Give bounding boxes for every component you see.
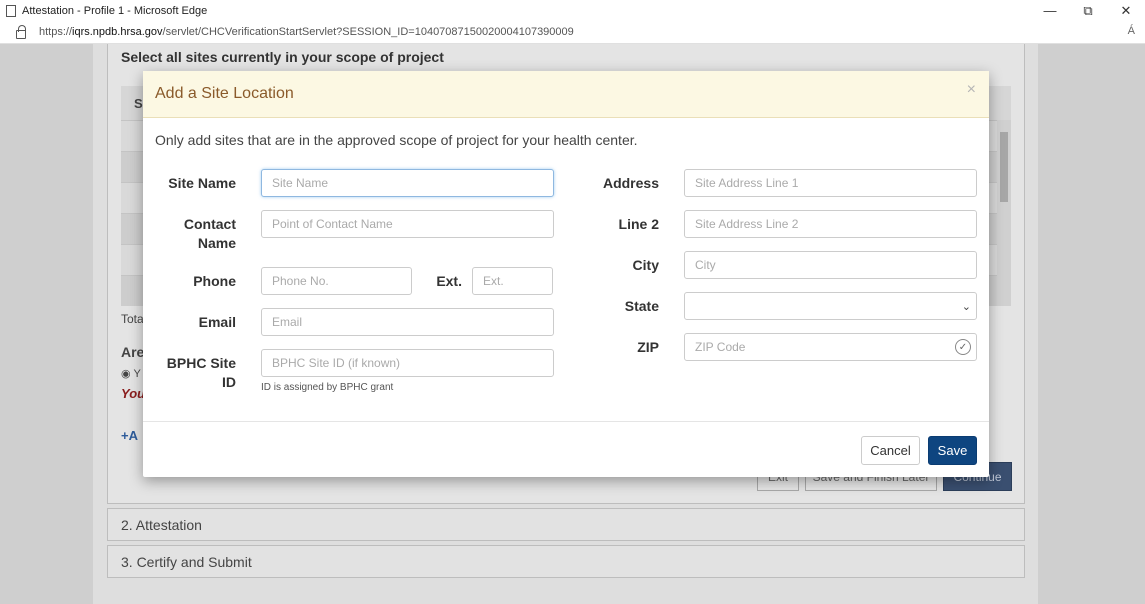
contact-label-line2: Name [197,235,236,251]
email-input[interactable]: Email [261,308,554,336]
state-label: State [624,298,659,314]
bphc-label-line1: BPHC Site [166,355,236,371]
radio-fragment[interactable]: ◉ Y [121,367,141,380]
modal-footer-divider [143,421,989,422]
zip-placeholder: ZIP Code [695,340,746,354]
url-path: /servlet/CHCVerificationStartServlet?SES… [162,26,574,38]
city-input[interactable]: City [684,251,977,279]
page-icon [6,4,16,17]
total-fragment: Tota [121,312,144,326]
modal-header: Add a Site Location × [143,71,989,118]
chevron-down-icon: ⌄ [961,301,971,313]
warning-fragment: You [121,386,146,401]
zip-label: ZIP [637,339,659,355]
contact-name-label: Contact Name [143,215,236,253]
site-name-input[interactable]: Site Name [261,169,554,197]
email-label: Email [198,314,236,330]
table-scrollbar[interactable] [997,120,1011,306]
lock-icon[interactable] [16,24,26,39]
cancel-button[interactable]: Cancel [861,436,920,465]
close-icon[interactable]: × [967,81,976,99]
ext-label: Ext. [436,273,462,289]
contact-label-line1: Contact [183,216,236,232]
address-label: Address [602,175,659,191]
address-bar[interactable]: https://iqrs.npdb.hrsa.gov/servlet/CHCVe… [0,21,1145,44]
bphc-label-line2: ID [222,374,236,390]
bphc-site-id-input[interactable]: BPHC Site ID (if known) [261,349,554,377]
close-window-button[interactable]: ✕ [1107,0,1145,21]
ext-input[interactable]: Ext. [472,267,553,295]
line2-label: Line 2 [618,216,659,232]
site-name-label: Site Name [168,175,236,191]
add-site-link-fragment[interactable]: +A [121,428,138,443]
scrollbar-thumb[interactable] [1000,132,1008,202]
minimize-button[interactable]: — [1031,0,1069,21]
accordion-attestation[interactable]: 2. Attestation [107,508,1025,541]
restore-button[interactable]: ⧉ [1069,0,1107,21]
zip-input[interactable]: ZIP Code ✓ [684,333,977,361]
state-select[interactable]: ⌄ [684,292,977,320]
modal-title: Add a Site Location [155,85,294,102]
add-site-modal: Add a Site Location × Only add sites tha… [143,71,989,477]
bphc-help-text: ID is assigned by BPHC grant [261,382,394,393]
bphc-site-id-label: BPHC Site ID [143,354,236,392]
section-heading: Select all sites currently in your scope… [121,49,444,65]
contact-name-input[interactable]: Point of Contact Name [261,210,554,238]
window-titlebar: Attestation - Profile 1 - Microsoft Edge… [0,0,1145,21]
phone-input[interactable]: Phone No. [261,267,412,295]
phone-label: Phone [193,273,236,289]
url-prefix: https:// [39,26,73,38]
save-button[interactable]: Save [928,436,977,465]
address-line2-input[interactable]: Site Address Line 2 [684,210,977,238]
accordion-certify-submit[interactable]: 3. Certify and Submit [107,545,1025,578]
modal-intro: Only add sites that are in the approved … [155,132,638,148]
table-header-fragment: S [134,96,143,111]
address-line1-input[interactable]: Site Address Line 1 [684,169,977,197]
check-circle-icon: ✓ [955,339,971,355]
read-aloud-icon[interactable]: Á [1128,25,1135,37]
city-label: City [632,257,659,273]
window-controls: — ⧉ ✕ [1031,0,1145,21]
question-fragment: Are [121,344,145,360]
window-title: Attestation - Profile 1 - Microsoft Edge [22,4,208,17]
url-domain: iqrs.npdb.hrsa.gov [72,26,163,38]
